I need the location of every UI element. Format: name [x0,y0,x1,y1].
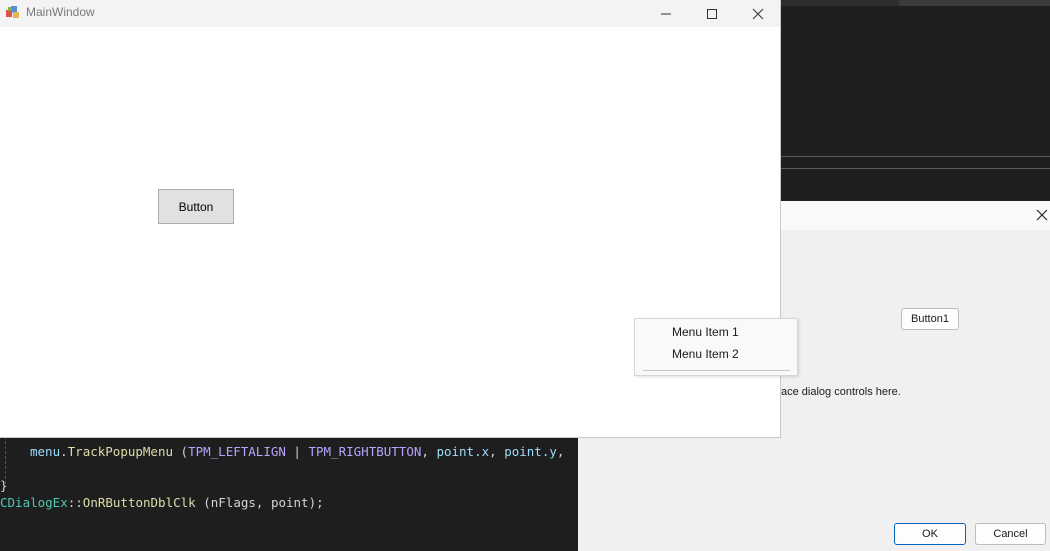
code-token: OnRButtonDblClk [82,495,196,510]
maximize-icon[interactable] [689,0,735,27]
ok-button[interactable]: OK [894,523,966,545]
code-token: TPM_RIGHTBUTTON [308,444,422,459]
code-line-trackpopup: menu.TrackPopupMenu (TPM_LEFTALIGN | TPM… [30,444,565,459]
code-line-base-call: CDialogEx::OnRButtonDblClk (nFlags, poin… [0,495,324,510]
menu-item-1[interactable]: Menu Item 1 [635,321,797,343]
dialog-close-icon[interactable] [1033,206,1050,224]
main-title-bar[interactable]: MainWindow [0,0,780,27]
ide-editor-panel [781,0,1050,201]
cancel-button[interactable]: Cancel [975,523,1046,545]
code-editor[interactable]: menu.TrackPopupMenu (TPM_LEFTALIGN | TPM… [0,430,578,551]
code-token: TPM_LEFTALIGN [188,444,286,459]
code-token: (nFlags, point); [203,495,324,510]
close-icon[interactable] [735,0,781,27]
code-token: point.x [436,444,490,459]
context-menu: Menu Item 1 Menu Item 2 [634,318,798,376]
dialog-static-text: ace dialog controls here. [781,386,901,398]
indent-guide [5,436,6,484]
ide-divider [781,156,1050,157]
code-token: menu [30,444,61,459]
code-token: CDialogEx [0,495,68,510]
menu-separator [643,370,790,371]
menu-item-2[interactable]: Menu Item 2 [635,343,797,365]
code-line-brace: } [0,478,8,493]
main-button[interactable]: Button [158,189,234,224]
ide-divider [781,168,1050,169]
dialog-button1[interactable]: Button1 [901,308,959,330]
code-token: point.y [504,444,557,459]
minimize-icon[interactable] [643,0,689,27]
app-icon [4,3,22,21]
menu-item-label: Menu Item 2 [672,347,739,361]
window-title: MainWindow [26,5,95,19]
menu-item-label: Menu Item 1 [672,325,739,339]
ide-tab[interactable] [899,0,1050,6]
code-token: TrackPopupMenu [67,444,173,459]
